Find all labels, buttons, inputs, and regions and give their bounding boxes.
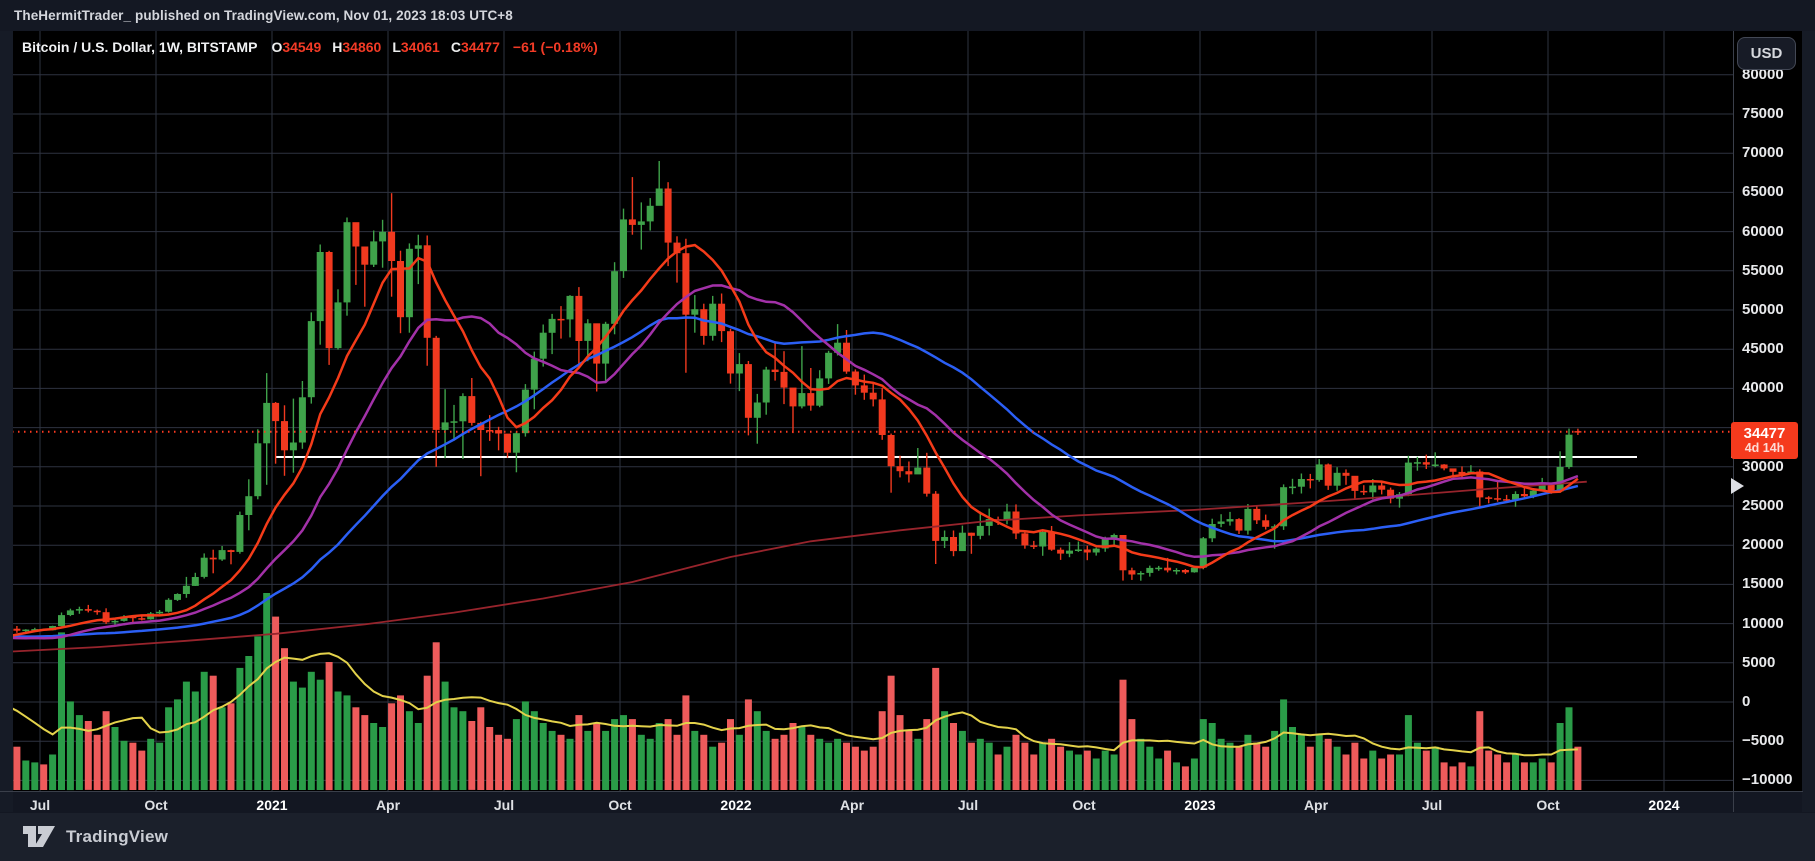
ohlc-open: O34549 — [271, 39, 322, 55]
time-tick: 2022 — [720, 797, 752, 813]
price-chart-canvas[interactable] — [0, 31, 1803, 792]
price-tick: 15000 — [1742, 575, 1784, 592]
last-price-label: 34477 4d 14h — [1731, 422, 1798, 459]
price-tick: 55000 — [1742, 262, 1784, 279]
symbol-legend: Bitcoin / U.S. Dollar, 1W, BITSTAMP O345… — [22, 39, 598, 55]
footer-bar: TradingView — [0, 813, 1815, 861]
time-tick: Jul — [957, 797, 979, 813]
time-tick: Oct — [144, 797, 168, 813]
time-tick: 2024 — [1648, 797, 1680, 813]
time-tick: Oct — [1072, 797, 1096, 813]
published-bar: TheHermitTrader_ published on TradingVie… — [0, 0, 1815, 31]
price-tick: −5000 — [1742, 732, 1785, 749]
time-axis-separator — [0, 791, 1803, 792]
price-tick: 40000 — [1742, 379, 1784, 396]
ohlc-low: L34061 — [392, 39, 440, 55]
price-tick: 60000 — [1742, 223, 1784, 240]
time-tick: 2023 — [1184, 797, 1216, 813]
price-tick: 65000 — [1742, 183, 1784, 200]
change-value: −61 (−0.18%) — [512, 39, 598, 55]
price-tick: 75000 — [1742, 105, 1784, 122]
tradingview-logo-icon[interactable] — [22, 824, 56, 850]
time-tick: Apr — [1303, 797, 1329, 813]
chart-area[interactable]: Bitcoin / U.S. Dollar, 1W, BITSTAMP O345… — [0, 31, 1815, 813]
time-tick: Jul — [493, 797, 515, 813]
last-price-value: 34477 — [1743, 425, 1786, 443]
time-tick: Jul — [29, 797, 51, 813]
price-tick: 45000 — [1742, 340, 1784, 357]
price-tick: 10000 — [1742, 615, 1784, 632]
price-tick: 70000 — [1742, 144, 1784, 161]
time-tick: Apr — [375, 797, 401, 813]
time-tick: Oct — [1536, 797, 1560, 813]
right-edge-strip — [1802, 31, 1815, 812]
tradingview-published-page: TheHermitTrader_ published on TradingVie… — [0, 0, 1815, 861]
ohlc-close: C34477 — [450, 39, 500, 55]
price-tick: 25000 — [1742, 497, 1784, 514]
time-tick: Jul — [1421, 797, 1443, 813]
left-edge-strip — [0, 31, 13, 812]
time-tick: Apr — [839, 797, 865, 813]
time-tick: 2021 — [256, 797, 288, 813]
bar-countdown: 4d 14h — [1744, 440, 1785, 455]
tradingview-logo-text[interactable]: TradingView — [66, 827, 168, 847]
price-tick: −10000 — [1742, 771, 1793, 788]
price-tick: 20000 — [1742, 536, 1784, 553]
symbol-title: Bitcoin / U.S. Dollar, 1W, BITSTAMP — [22, 39, 258, 55]
ohlc-high: H34860 — [332, 39, 382, 55]
time-tick: Oct — [608, 797, 632, 813]
price-tick: 30000 — [1742, 458, 1784, 475]
price-tick: 0 — [1742, 693, 1751, 710]
currency-button[interactable]: USD — [1737, 37, 1796, 70]
price-tick: 50000 — [1742, 301, 1784, 318]
published-line: TheHermitTrader_ published on TradingVie… — [14, 8, 513, 23]
price-tick: 5000 — [1742, 654, 1776, 671]
